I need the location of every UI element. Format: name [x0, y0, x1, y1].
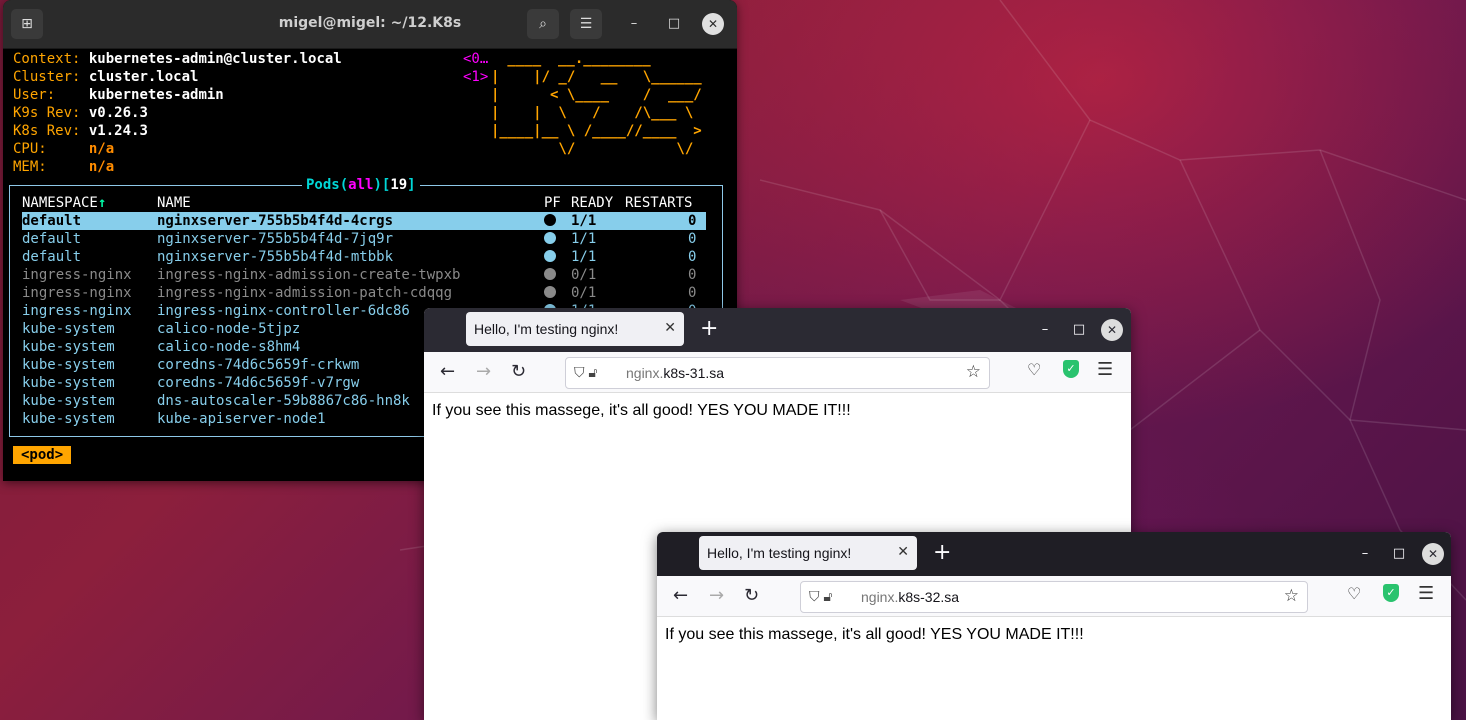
url-text: nginx.k8s-32.sa [861, 589, 960, 605]
page-content: If you see this massege, it's all good! … [432, 402, 851, 419]
tab-title: Hello, I'm testing nginx! [474, 321, 619, 337]
terminal-titlebar[interactable]: ⊞ migel@migel: ~/12.K8s ⌕ ☰ – □ ✕ [3, 0, 737, 49]
info-mem: MEM: n/a [13, 159, 115, 175]
tab-title: Hello, I'm testing nginx! [707, 545, 852, 561]
pf-dot-icon [544, 250, 556, 262]
maximize-icon[interactable]: □ [663, 13, 685, 35]
hamburger-menu-icon[interactable]: ☰ [1418, 583, 1434, 604]
column-name[interactable]: NAME [157, 194, 191, 212]
pf-dot-icon [544, 232, 556, 244]
pf-dot-icon [544, 268, 556, 280]
tab-close-icon[interactable]: ✕ [897, 543, 909, 560]
info-cpu: CPU: n/a [13, 141, 115, 157]
new-tab-icon[interactable]: + [700, 316, 718, 342]
browser-tab[interactable]: Hello, I'm testing nginx! ✕ [699, 536, 917, 570]
info-k8s-rev: K8s Rev: v1.24.3 [13, 123, 148, 139]
maximize-icon[interactable]: □ [1068, 319, 1090, 341]
hamburger-menu-icon[interactable]: ☰ [570, 9, 602, 39]
pocket-icon[interactable]: ♡ [1347, 584, 1361, 603]
bookmark-star-icon[interactable]: ☆ [1284, 586, 1299, 606]
forward-icon[interactable]: → [476, 361, 491, 383]
tab-close-icon[interactable]: ✕ [664, 319, 676, 336]
new-tab-icon[interactable]: + [933, 540, 951, 566]
url-bar[interactable]: ⛉ 🔓︎ nginx.k8s-32.sa ☆ [800, 581, 1308, 613]
navigation-toolbar: ← → ↻ ⛉ 🔓︎ nginx.k8s-32.sa ☆ ♡ ✓ ☰ [657, 576, 1451, 617]
close-icon[interactable]: ✕ [702, 13, 724, 35]
close-icon[interactable]: ✕ [1101, 319, 1123, 341]
info-cluster: Cluster: cluster.local [13, 69, 199, 85]
extension-shield-icon[interactable]: ✓ [1063, 360, 1079, 378]
bookmark-star-icon[interactable]: ☆ [966, 362, 981, 382]
minimize-icon[interactable]: – [1034, 319, 1056, 341]
pf-dot-icon [544, 214, 556, 226]
column-namespace[interactable]: NAMESPACE↑ [22, 194, 106, 212]
info-k9s-rev: K9s Rev: v0.26.3 [13, 105, 148, 121]
hotkey-0[interactable]: <0… [463, 50, 488, 68]
column-ready[interactable]: READY [571, 194, 613, 212]
column-restarts[interactable]: RESTARTS [625, 194, 692, 212]
pocket-icon[interactable]: ♡ [1027, 360, 1041, 379]
hotkey-1[interactable]: <1> [463, 68, 488, 86]
tab-bar: Hello, I'm testing nginx! ✕ + – □ ✕ [657, 532, 1451, 576]
extension-shield-icon[interactable]: ✓ [1383, 584, 1399, 602]
url-bar[interactable]: ⛉ 🔓︎ nginx.k8s-31.sa ☆ [565, 357, 990, 389]
back-icon[interactable]: ← [673, 585, 688, 607]
pods-table-title: Pods(all)[19] [302, 176, 420, 194]
shield-lock-icon[interactable]: ⛉ 🔓︎ [809, 588, 832, 605]
browser-window-2[interactable]: Hello, I'm testing nginx! ✕ + – □ ✕ ← → … [657, 532, 1451, 720]
shield-lock-icon[interactable]: ⛉ 🔓︎ [574, 364, 597, 381]
search-icon[interactable]: ⌕ [527, 9, 559, 39]
resource-crumb: <pod> [13, 446, 72, 464]
hamburger-menu-icon[interactable]: ☰ [1097, 359, 1113, 380]
page-content: If you see this massege, it's all good! … [665, 626, 1084, 643]
back-icon[interactable]: ← [440, 361, 455, 383]
minimize-icon[interactable]: – [1354, 543, 1376, 565]
browser-tab[interactable]: Hello, I'm testing nginx! ✕ [466, 312, 684, 346]
forward-icon[interactable]: → [709, 585, 724, 607]
tab-bar: Hello, I'm testing nginx! ✕ + – □ ✕ [424, 308, 1131, 352]
info-context: Context: kubernetes-admin@cluster.local [13, 51, 342, 67]
pf-dot-icon [544, 286, 556, 298]
url-text: nginx.k8s-31.sa [626, 365, 725, 381]
reload-icon[interactable]: ↻ [511, 361, 526, 383]
minimize-icon[interactable]: – [623, 13, 645, 35]
info-user: User: kubernetes-admin [13, 87, 224, 103]
navigation-toolbar: ← → ↻ ⛉ 🔓︎ nginx.k8s-31.sa ☆ ♡ ✓ ☰ [424, 352, 1131, 393]
sort-arrow-icon: ↑ [97, 195, 107, 211]
reload-icon[interactable]: ↻ [744, 585, 759, 607]
maximize-icon[interactable]: □ [1388, 543, 1410, 565]
close-icon[interactable]: ✕ [1422, 543, 1444, 565]
column-pf[interactable]: PF [544, 194, 561, 212]
